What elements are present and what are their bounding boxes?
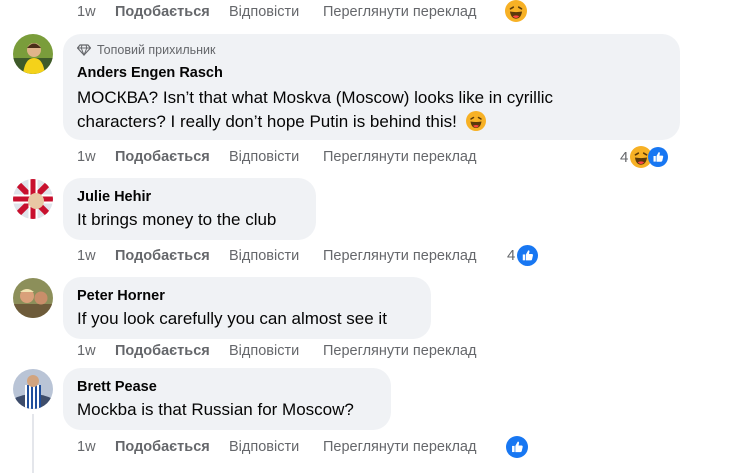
reply-button[interactable]: Відповісти (229, 343, 323, 359)
comment-actions: 1w Подобається Відповісти Переглянути пе… (77, 340, 476, 362)
comment-bubble: Топовий прихильник Anders Engen Rasch МО… (63, 34, 680, 140)
comment-actions: 1w Подобається Відповісти Переглянути пе… (77, 245, 476, 267)
reply-button[interactable]: Відповісти (229, 439, 323, 455)
like-button[interactable]: Подобається (115, 439, 229, 455)
reaction-summary[interactable]: 4 (620, 146, 668, 168)
comment-timestamp[interactable]: 1w (77, 343, 115, 359)
like-reaction-icon (506, 436, 528, 458)
reaction-summary[interactable] (506, 436, 528, 458)
top-fan-badge: Топовий прихильник (77, 43, 216, 57)
comment-actions: 1w Подобається Відповісти Переглянути пе… (77, 146, 476, 168)
comment-timestamp[interactable]: 1w (77, 248, 115, 264)
thread-line (32, 414, 34, 473)
grinning-emoji-icon[interactable] (505, 0, 527, 22)
reply-button[interactable]: Відповісти (229, 248, 323, 264)
avatar[interactable] (13, 369, 53, 409)
comment-actions: 1w Подобається Відповісти Переглянути пе… (77, 436, 476, 458)
comment-author[interactable]: Anders Engen Rasch (77, 65, 223, 81)
avatar[interactable] (13, 278, 53, 318)
badge-label: Топовий прихильник (97, 43, 216, 57)
reaction-summary[interactable]: 4 (507, 245, 538, 266)
comment-bubble: Brett Pease Mockba is that Russian for M… (63, 368, 391, 430)
comment-text-line: It brings money to the club (77, 210, 277, 229)
translate-button[interactable]: Переглянути переклад (323, 248, 476, 264)
comment-timestamp[interactable]: 1w (77, 4, 115, 20)
translate-button[interactable]: Переглянути переклад (323, 439, 476, 455)
comment-bubble: Peter Horner If you look carefully you c… (63, 277, 431, 339)
comment-text-line: МОСКВА? Isn’t that what Moskva (Moscow) … (77, 88, 554, 107)
reaction-count: 4 (507, 247, 516, 264)
translate-button[interactable]: Переглянути переклад (323, 343, 476, 359)
comment-text-line: If you look carefully you can almost see… (77, 309, 387, 328)
diamond-icon (77, 44, 91, 56)
like-reaction-icon (517, 245, 538, 266)
like-reaction-icon (648, 147, 668, 167)
like-button[interactable]: Подобається (115, 248, 229, 264)
avatar[interactable] (13, 34, 53, 74)
comment-text-line: Mockba is that Russian for Moscow? (77, 400, 354, 419)
comment-author[interactable]: Julie Hehir (77, 189, 151, 205)
comment-author[interactable]: Brett Pease (77, 379, 157, 395)
reply-button[interactable]: Відповісти (229, 4, 323, 20)
like-button[interactable]: Подобається (115, 149, 229, 165)
comment-timestamp[interactable]: 1w (77, 149, 115, 165)
avatar[interactable] (13, 179, 53, 219)
like-button[interactable]: Подобається (115, 4, 229, 20)
translate-button[interactable]: Переглянути переклад (323, 149, 476, 165)
comment-timestamp[interactable]: 1w (77, 439, 115, 455)
reply-button[interactable]: Відповісти (229, 149, 323, 165)
reaction-count: 4 (620, 148, 629, 166)
comment-author[interactable]: Peter Horner (77, 288, 165, 304)
comment-bubble: Julie Hehir It brings money to the club (63, 178, 316, 240)
translate-button[interactable]: Переглянути переклад (323, 4, 476, 20)
grinning-emoji-icon (466, 111, 486, 131)
like-button[interactable]: Подобається (115, 343, 229, 359)
comment-actions: 1w Подобається Відповісти Переглянути пе… (77, 1, 476, 23)
comment-text-line: characters? I really don’t hope Putin is… (77, 110, 486, 134)
